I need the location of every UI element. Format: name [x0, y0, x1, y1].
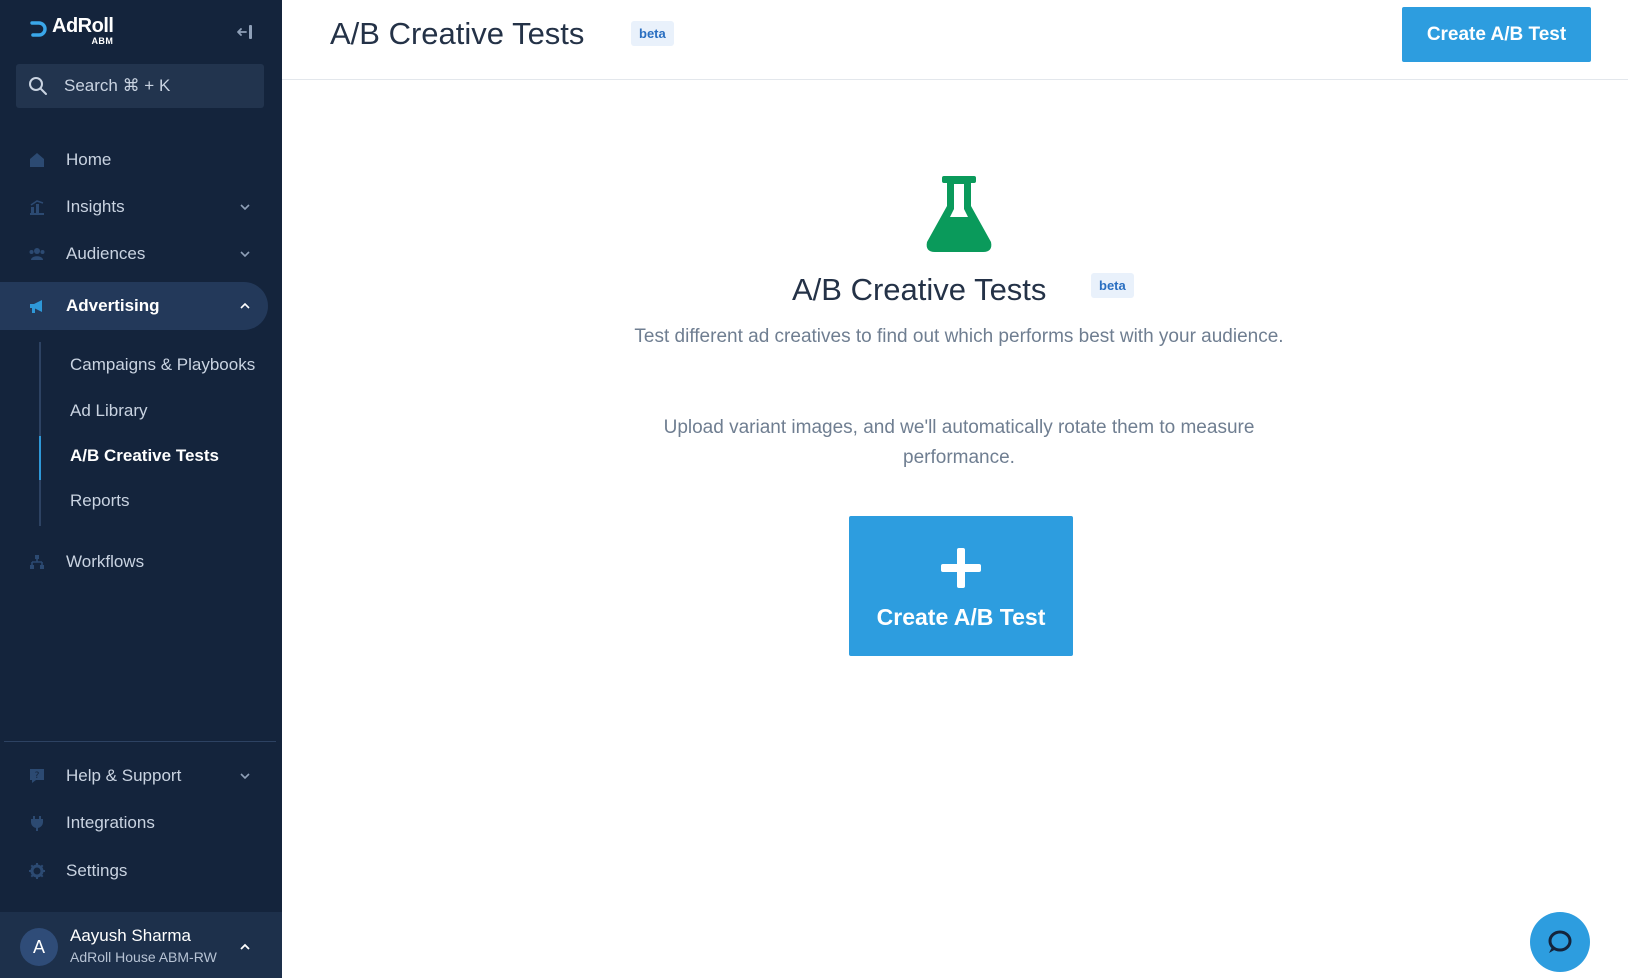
people-icon	[28, 245, 46, 263]
nav-home[interactable]: Home	[0, 136, 268, 184]
chevron-down-icon	[240, 773, 250, 780]
sidebar: AdRoll ABM Search ⌘ + K Home Insights Au…	[0, 0, 282, 978]
chat-button[interactable]	[1530, 912, 1590, 972]
sidebar-divider	[4, 741, 276, 742]
user-menu[interactable]: A Aayush Sharma AdRoll House ABM-RW	[0, 912, 282, 978]
chevron-down-icon	[240, 251, 250, 258]
subnav-line	[39, 342, 41, 526]
search-placeholder: Search ⌘ + K	[64, 76, 171, 95]
search-box[interactable]: Search ⌘ + K	[16, 64, 264, 108]
user-name: Aayush Sharma	[70, 926, 191, 945]
nav-workflows[interactable]: Workflows	[0, 538, 268, 586]
nav-settings[interactable]: Settings	[0, 847, 268, 895]
brand-sub: ABM	[91, 36, 114, 46]
nav-home-label: Home	[66, 150, 112, 169]
nav-settings-label: Settings	[66, 861, 128, 880]
subnav-reports[interactable]: Reports	[70, 491, 130, 511]
home-icon	[28, 151, 46, 169]
create-ab-test-button[interactable]: Create A/B Test	[1402, 7, 1591, 62]
plug-icon	[28, 814, 46, 832]
collapse-sidebar-icon	[237, 25, 252, 39]
page-header: A/B Creative Tests beta Create A/B Test	[282, 0, 1628, 80]
nav-integrations[interactable]: Integrations	[0, 799, 268, 847]
flask-icon	[926, 176, 992, 252]
empty-state-beta-badge: beta	[1091, 273, 1134, 298]
workflow-icon	[28, 553, 46, 571]
nav-insights[interactable]: Insights	[0, 183, 268, 231]
user-org: AdRoll House ABM-RW	[70, 949, 217, 965]
nav-workflows-label: Workflows	[66, 552, 145, 571]
create-ab-test-large-label: Create A/B Test	[876, 603, 1046, 630]
adroll-logo-icon	[30, 21, 47, 37]
brand-name: AdRoll	[52, 15, 114, 37]
nav-audiences-label: Audiences	[66, 244, 146, 263]
chevron-up-icon	[240, 943, 250, 950]
chart-icon	[28, 198, 46, 216]
beta-badge: beta	[631, 21, 674, 46]
gear-icon	[28, 862, 46, 880]
megaphone-icon	[28, 297, 46, 315]
plus-icon	[941, 547, 981, 588]
subnav-active-marker	[39, 436, 41, 480]
page-title: A/B Creative Tests	[330, 16, 585, 51]
subnav-ab-creative-tests[interactable]: A/B Creative Tests	[70, 446, 219, 466]
nav-audiences[interactable]: Audiences	[0, 230, 268, 278]
empty-state-description-2: Upload variant images, and we'll automat…	[663, 417, 1255, 468]
nav-advertising-label: Advertising	[66, 296, 160, 315]
nav-help-support-label: Help & Support	[66, 766, 182, 785]
empty-state-description: Test different ad creatives to find out …	[634, 326, 1284, 347]
nav-integrations-label: Integrations	[66, 813, 155, 832]
create-ab-test-large-button[interactable]: Create A/B Test	[849, 516, 1073, 656]
chevron-down-icon	[240, 204, 250, 211]
nav-help-support[interactable]: ? Help & Support	[0, 752, 268, 800]
subnav-campaigns-playbooks[interactable]: Campaigns & Playbooks	[70, 355, 255, 375]
svg-text:?: ?	[35, 771, 40, 781]
empty-state: A/B Creative Tests beta Test different a…	[282, 80, 1628, 978]
help-icon: ?	[28, 767, 46, 785]
subnav-ad-library[interactable]: Ad Library	[70, 401, 147, 421]
avatar: A	[20, 928, 58, 966]
nav-advertising[interactable]: Advertising	[0, 282, 268, 330]
chat-icon	[1548, 930, 1572, 953]
search-icon	[29, 77, 47, 95]
empty-state-title: A/B Creative Tests	[792, 272, 1047, 307]
chevron-up-icon	[240, 302, 250, 309]
adroll-logo[interactable]: AdRoll ABM	[28, 15, 114, 50]
nav-insights-label: Insights	[66, 197, 125, 216]
collapse-sidebar-button[interactable]	[234, 22, 256, 42]
